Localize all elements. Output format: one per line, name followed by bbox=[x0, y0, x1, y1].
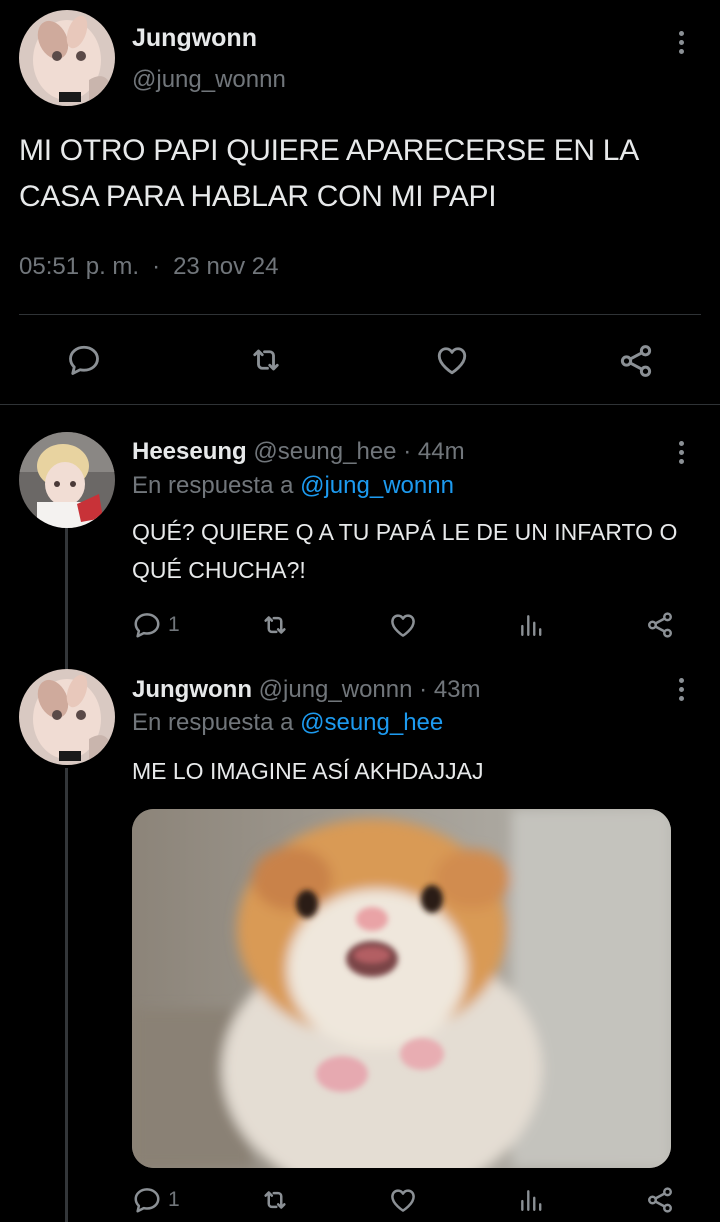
reply-count: 1 bbox=[168, 1188, 180, 1211]
reply-text: ME LO IMAGINE ASÍ AKHDAJJAJ bbox=[132, 758, 484, 784]
hamster-photo-image bbox=[132, 809, 671, 1168]
replying-to: En respuesta a @seung_hee bbox=[132, 709, 443, 737]
reply-time[interactable]: 43m bbox=[434, 676, 481, 703]
meta-separator: · bbox=[419, 676, 428, 703]
analytics-icon[interactable] bbox=[518, 1187, 544, 1213]
replying-to-label: En respuesta a bbox=[132, 709, 301, 736]
like-icon[interactable] bbox=[388, 1185, 418, 1215]
avatar[interactable] bbox=[19, 669, 115, 765]
avatar-jungwonn-image bbox=[19, 669, 115, 765]
retweet-icon[interactable] bbox=[259, 1185, 291, 1215]
reply-icon[interactable]: 1 bbox=[132, 1185, 180, 1215]
tweet-thread-page: Jungwonn @jung_wonnn MI OTRO PAPI QUIERE… bbox=[0, 0, 720, 1222]
share-icon[interactable] bbox=[645, 1185, 675, 1215]
author-name[interactable]: Jungwonn bbox=[132, 676, 252, 703]
reply-header: Jungwonn @jung_wonnn · 43m bbox=[132, 676, 481, 704]
more-options-icon[interactable] bbox=[669, 669, 693, 709]
reply-tweet: Jungwonn @jung_wonnn · 43m En respuesta … bbox=[0, 0, 720, 1222]
hamster-photo[interactable] bbox=[132, 809, 671, 1168]
mention-link[interactable]: @seung_hee bbox=[300, 709, 443, 736]
author-handle[interactable]: @jung_wonnn bbox=[259, 676, 413, 703]
